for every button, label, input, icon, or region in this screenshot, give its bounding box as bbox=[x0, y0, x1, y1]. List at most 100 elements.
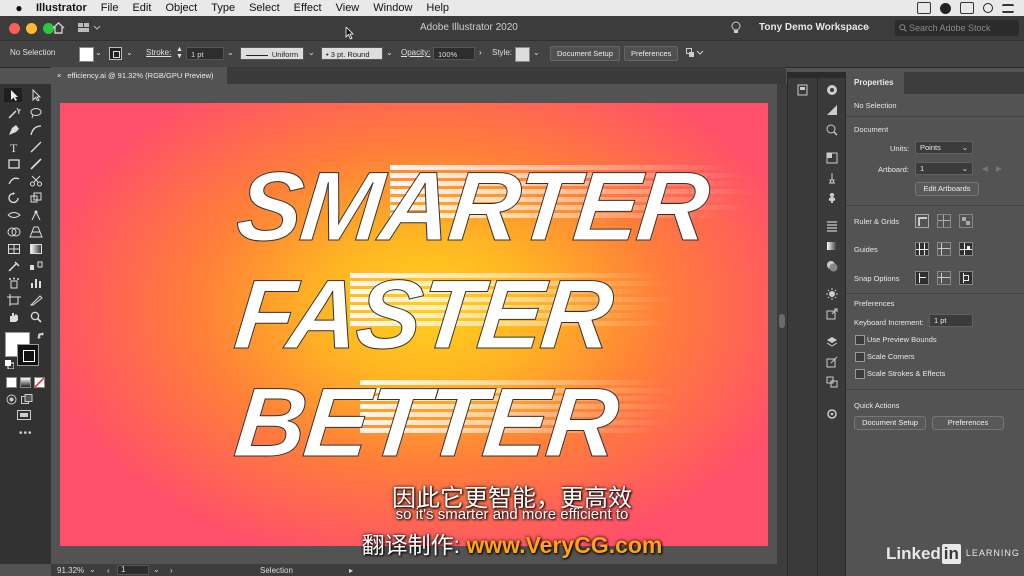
layers-icon[interactable] bbox=[826, 336, 838, 348]
quick-document-setup-button[interactable]: Document Setup bbox=[854, 416, 926, 430]
zoom-tool-icon[interactable] bbox=[29, 311, 43, 323]
gradient-icon[interactable] bbox=[826, 240, 838, 252]
vertical-scroll-thumb[interactable] bbox=[779, 314, 785, 328]
snap-to-pixel-icon[interactable] bbox=[959, 271, 973, 285]
opacity-input[interactable]: 100% bbox=[433, 47, 475, 60]
mesh-tool-icon[interactable] bbox=[7, 243, 21, 255]
profile-chevron-icon[interactable]: ⌄ bbox=[308, 48, 315, 57]
snap-to-grid-icon[interactable] bbox=[937, 271, 951, 285]
arrange-icon[interactable] bbox=[686, 48, 704, 59]
scale-strokes-effects-checkbox[interactable] bbox=[855, 369, 865, 379]
grid-toggle-icon[interactable] bbox=[937, 214, 951, 228]
next-artboard-icon[interactable]: › bbox=[170, 566, 173, 575]
pen-tool-icon[interactable] bbox=[7, 124, 21, 136]
artboard-next-icon[interactable]: ▶ bbox=[996, 164, 1002, 173]
brush-definition-select[interactable]: • 3 pt. Round bbox=[321, 47, 383, 60]
gradient-tool-icon[interactable] bbox=[29, 243, 43, 255]
edit-artboards-button[interactable]: Edit Artboards bbox=[915, 182, 979, 196]
workspace-switcher[interactable]: Tony Demo Workspace bbox=[759, 22, 869, 33]
document-tab[interactable]: × efficiency.ai @ 91.32% (RGB/GPU Preview… bbox=[51, 67, 227, 84]
selection-tool-icon[interactable] bbox=[7, 89, 21, 101]
artboards-icon[interactable] bbox=[826, 376, 838, 388]
stroke-chevron-icon[interactable]: ⌄ bbox=[126, 48, 133, 57]
minimize-window-button[interactable] bbox=[26, 22, 37, 34]
lock-guides-toggle-icon[interactable] bbox=[937, 242, 951, 256]
direct-selection-tool-icon[interactable] bbox=[29, 89, 43, 101]
stroke-swatch[interactable] bbox=[109, 47, 122, 60]
brushes-icon[interactable] bbox=[826, 172, 838, 184]
display-icon[interactable] bbox=[960, 2, 974, 14]
menu-edit[interactable]: Edit bbox=[132, 2, 151, 14]
eyedropper-tool-icon[interactable] bbox=[7, 260, 21, 272]
document-setup-button[interactable]: Document Setup bbox=[550, 46, 620, 61]
edit-toolbar-icon[interactable]: ••• bbox=[19, 428, 33, 439]
stroke-weight-chevron-icon[interactable]: ⌄ bbox=[227, 48, 234, 57]
keyboard-increment-input[interactable]: 1 pt bbox=[929, 314, 973, 327]
type-tool-icon[interactable]: T bbox=[7, 141, 21, 153]
snap-to-point-icon[interactable] bbox=[915, 271, 929, 285]
scale-tool-icon[interactable] bbox=[29, 192, 43, 204]
curvature-tool-icon[interactable] bbox=[29, 124, 43, 136]
color-guide-icon[interactable] bbox=[826, 104, 838, 116]
properties-tab[interactable]: Properties bbox=[846, 72, 904, 94]
quick-preferences-button[interactable]: Preferences bbox=[932, 416, 1004, 430]
menu-window[interactable]: Window bbox=[373, 2, 412, 14]
menu-object[interactable]: Object bbox=[165, 2, 197, 14]
stroke-stepper-icon[interactable]: ▲ ▼ bbox=[176, 46, 183, 60]
swap-fill-stroke-icon[interactable] bbox=[37, 332, 46, 341]
screen-mode-icon[interactable] bbox=[17, 410, 31, 421]
menu-illustrator[interactable]: Illustrator bbox=[36, 2, 87, 14]
arrange-documents-icon[interactable] bbox=[78, 23, 102, 33]
width-tool-icon[interactable] bbox=[7, 209, 21, 221]
prev-artboard-icon[interactable]: ‹ bbox=[107, 566, 110, 575]
blend-tool-icon[interactable] bbox=[29, 260, 43, 272]
color-mode-button[interactable] bbox=[6, 377, 17, 388]
export-link-icon[interactable] bbox=[826, 356, 838, 368]
menu-effect[interactable]: Effect bbox=[294, 2, 322, 14]
status-arrow-icon[interactable]: ▸ bbox=[349, 566, 353, 575]
stroke-label[interactable]: Stroke: bbox=[146, 48, 171, 57]
adobe-stock-search-input[interactable]: Search Adobe Stock bbox=[895, 20, 1019, 36]
fill-chevron-icon[interactable]: ⌄ bbox=[95, 48, 102, 57]
line-segment-tool-icon[interactable] bbox=[29, 141, 43, 153]
paintbrush-tool-icon[interactable] bbox=[29, 158, 43, 170]
menu-help[interactable]: Help bbox=[426, 2, 449, 14]
slice-tool-icon[interactable] bbox=[29, 294, 43, 306]
scissors-tool-icon[interactable] bbox=[29, 175, 43, 187]
transparency-grid-toggle-icon[interactable] bbox=[959, 214, 973, 228]
shaper-tool-icon[interactable] bbox=[7, 175, 21, 187]
symbol-sprayer-tool-icon[interactable] bbox=[7, 277, 21, 289]
graphic-styles-icon[interactable] bbox=[826, 288, 838, 300]
default-fill-stroke-icon[interactable] bbox=[5, 360, 14, 369]
headline-word-smarter[interactable]: SMARTER bbox=[232, 151, 713, 262]
menu-select[interactable]: Select bbox=[249, 2, 280, 14]
opacity-arrow-icon[interactable]: › bbox=[479, 48, 482, 57]
preferences-button[interactable]: Preferences bbox=[624, 46, 679, 61]
document-info-icon[interactable] bbox=[826, 408, 838, 420]
opacity-label[interactable]: Opacity: bbox=[401, 48, 430, 57]
scale-corners-checkbox[interactable] bbox=[855, 352, 865, 362]
workspace-chevron-icon[interactable]: ⌄ bbox=[864, 21, 872, 32]
artboard-select[interactable]: 1 ⌄ bbox=[915, 162, 973, 175]
creative-cloud-icon[interactable] bbox=[940, 2, 951, 14]
headline-word-faster[interactable]: FASTER bbox=[230, 259, 617, 370]
menu-file[interactable]: File bbox=[101, 2, 119, 14]
shape-builder-tool-icon[interactable] bbox=[7, 226, 21, 238]
magic-wand-tool-icon[interactable] bbox=[7, 107, 21, 119]
rotate-tool-icon[interactable] bbox=[7, 192, 21, 204]
gradient-mode-button[interactable] bbox=[20, 377, 31, 388]
appearance-icon[interactable] bbox=[826, 124, 838, 136]
screen-mirror-icon[interactable] bbox=[917, 2, 931, 14]
close-window-button[interactable] bbox=[9, 22, 20, 34]
swatches-icon[interactable] bbox=[826, 152, 838, 164]
brush-chevron-icon[interactable]: ⌄ bbox=[386, 48, 393, 57]
stroke-color-box[interactable] bbox=[17, 344, 39, 366]
units-select[interactable]: Points ⌄ bbox=[915, 141, 973, 154]
libraries-icon[interactable] bbox=[797, 84, 809, 96]
stroke-icon[interactable] bbox=[826, 220, 838, 232]
zoom-level-field[interactable]: 91.32% bbox=[57, 566, 84, 575]
symbols-icon[interactable] bbox=[826, 192, 838, 204]
headline-word-better[interactable]: BETTER bbox=[230, 367, 623, 478]
lightbulb-icon[interactable] bbox=[731, 21, 741, 35]
apple-icon[interactable]: ● bbox=[12, 1, 26, 15]
